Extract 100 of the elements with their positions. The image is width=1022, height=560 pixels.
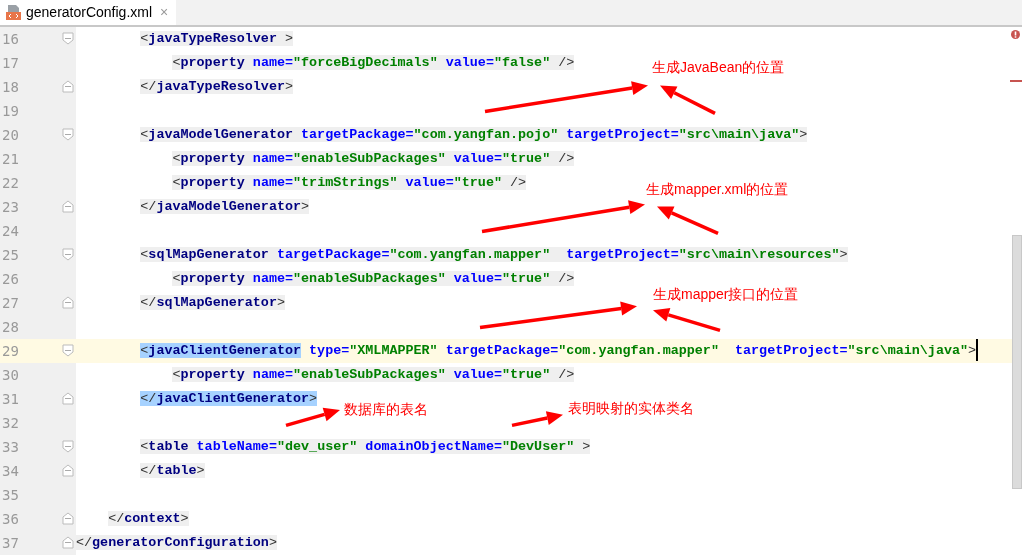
- scrollbar-thumb[interactable]: [1012, 235, 1022, 489]
- code-bracket: </: [140, 295, 157, 310]
- attribute-value: "true": [501, 367, 551, 382]
- arrow: [511, 411, 563, 428]
- line-number: 24: [1, 222, 20, 241]
- attribute-name: name=: [251, 175, 294, 190]
- error-icon[interactable]: [1011, 30, 1020, 39]
- line-number: 25: [1, 246, 20, 265]
- code-bracket: >: [284, 79, 293, 94]
- tag-name: property: [180, 175, 245, 190]
- line-number: 37: [1, 534, 20, 553]
- code-bracket: </: [76, 535, 93, 550]
- attribute-value: "false": [493, 55, 551, 70]
- attribute-name: targetProject=: [734, 343, 848, 358]
- attribute-name: value=: [452, 151, 502, 166]
- line-number: 21: [1, 150, 20, 169]
- line-number: 31: [1, 390, 20, 409]
- tag-name: property: [180, 271, 245, 286]
- tag-name: javaTypeResolver: [156, 79, 285, 94]
- tag-name: property: [180, 367, 245, 382]
- fold-marker-icon[interactable]: [62, 536, 74, 549]
- code-bracket: />: [557, 367, 575, 382]
- attribute-value: "src\main\resources": [678, 247, 840, 262]
- tag-name: javaModelGenerator: [148, 127, 293, 142]
- attribute-value: "com.yangfan.mapper": [389, 247, 551, 262]
- fold-marker-icon[interactable]: [62, 440, 74, 453]
- code-bracket: </: [140, 391, 157, 406]
- line-number: 33: [1, 438, 20, 457]
- fold-marker-icon[interactable]: [62, 200, 74, 213]
- attribute-name: tableName=: [195, 439, 277, 454]
- attribute-value: "trimStrings": [293, 175, 398, 190]
- line-number: 19: [1, 102, 20, 121]
- arrow: [660, 85, 716, 115]
- tag-name: javaTypeResolver: [148, 31, 277, 46]
- fold-marker-icon[interactable]: [62, 344, 74, 357]
- arrow: [657, 206, 719, 235]
- fold-marker-icon[interactable]: [62, 392, 74, 405]
- fold-marker-icon[interactable]: [62, 248, 74, 261]
- line-number: 34: [1, 462, 20, 481]
- code-bracket: <: [140, 31, 149, 46]
- attribute-value: "true": [501, 151, 551, 166]
- code-bracket: />: [509, 175, 527, 190]
- attribute-name: name=: [251, 367, 294, 382]
- attribute-value: "XMLMAPPER": [349, 343, 438, 358]
- attribute-name: value=: [404, 175, 454, 190]
- attribute-name: targetPackage=: [300, 127, 414, 142]
- line-number: 22: [1, 174, 20, 193]
- fold-marker-icon[interactable]: [62, 296, 74, 309]
- fold-marker-icon[interactable]: [62, 128, 74, 141]
- tag-name: property: [180, 55, 245, 70]
- fold-marker-icon[interactable]: [62, 32, 74, 45]
- attribute-value: "com.yangfan.mapper": [558, 343, 719, 358]
- code-bracket: </: [108, 511, 125, 526]
- attribute-name: targetPackage=: [275, 247, 390, 262]
- fold-marker-icon[interactable]: [62, 464, 74, 477]
- code-bracket: >: [196, 463, 205, 478]
- fold-marker-icon[interactable]: [62, 512, 74, 525]
- code-bracket: >: [180, 511, 189, 526]
- code-bracket: >: [301, 199, 310, 214]
- code-bracket: </: [140, 79, 157, 94]
- tag-name: table: [156, 463, 197, 478]
- code-bracket: <: [172, 271, 181, 286]
- code-bracket: <: [140, 247, 149, 262]
- attribute-name: targetProject=: [565, 127, 679, 142]
- tag-name: javaClientGenerator: [148, 343, 302, 358]
- attribute-name: targetPackage=: [444, 343, 559, 358]
- annotation-text: 表明映射的实体类名: [568, 399, 694, 418]
- code-bracket: >: [968, 343, 977, 358]
- tag-name: context: [124, 511, 181, 526]
- attribute-name: targetProject=: [565, 247, 679, 262]
- code-bracket: />: [557, 271, 575, 286]
- tag-name: sqlMapGenerator: [148, 247, 269, 262]
- arrow: [285, 407, 340, 428]
- attribute-value: "DevUser": [501, 439, 575, 454]
- attribute-value: "enableSubPackages": [293, 151, 446, 166]
- file-tab[interactable]: generatorConfig.xml ×: [0, 0, 177, 25]
- line-number: 23: [1, 198, 20, 217]
- tag-name: javaClientGenerator: [156, 391, 310, 406]
- line-number: 26: [1, 270, 20, 289]
- line-number: 35: [1, 486, 20, 505]
- tag-name: sqlMapGenerator: [156, 295, 277, 310]
- line-number: 17: [1, 54, 20, 73]
- line-number: 29: [1, 342, 20, 361]
- code-bracket: >: [839, 247, 848, 262]
- code-bracket: </: [140, 463, 157, 478]
- code-bracket: <: [172, 151, 181, 166]
- annotation-text: 生成mapper.xml的位置: [646, 180, 789, 199]
- fold-marker-icon[interactable]: [62, 80, 74, 93]
- tag-name: generatorConfiguration: [92, 535, 269, 550]
- code-bracket: <: [172, 367, 181, 382]
- code-bracket: >: [581, 439, 591, 454]
- text-cursor: [976, 339, 979, 362]
- tag-name: property: [180, 151, 245, 166]
- code-bracket: <: [172, 175, 181, 190]
- line-number: 28: [1, 318, 20, 337]
- attribute-value: "enableSubPackages": [293, 367, 446, 382]
- code-bracket: <: [140, 343, 149, 358]
- attribute-value: "src\main\java": [847, 343, 969, 358]
- attribute-value: "dev_user": [276, 439, 358, 454]
- code-bracket: />: [557, 151, 575, 166]
